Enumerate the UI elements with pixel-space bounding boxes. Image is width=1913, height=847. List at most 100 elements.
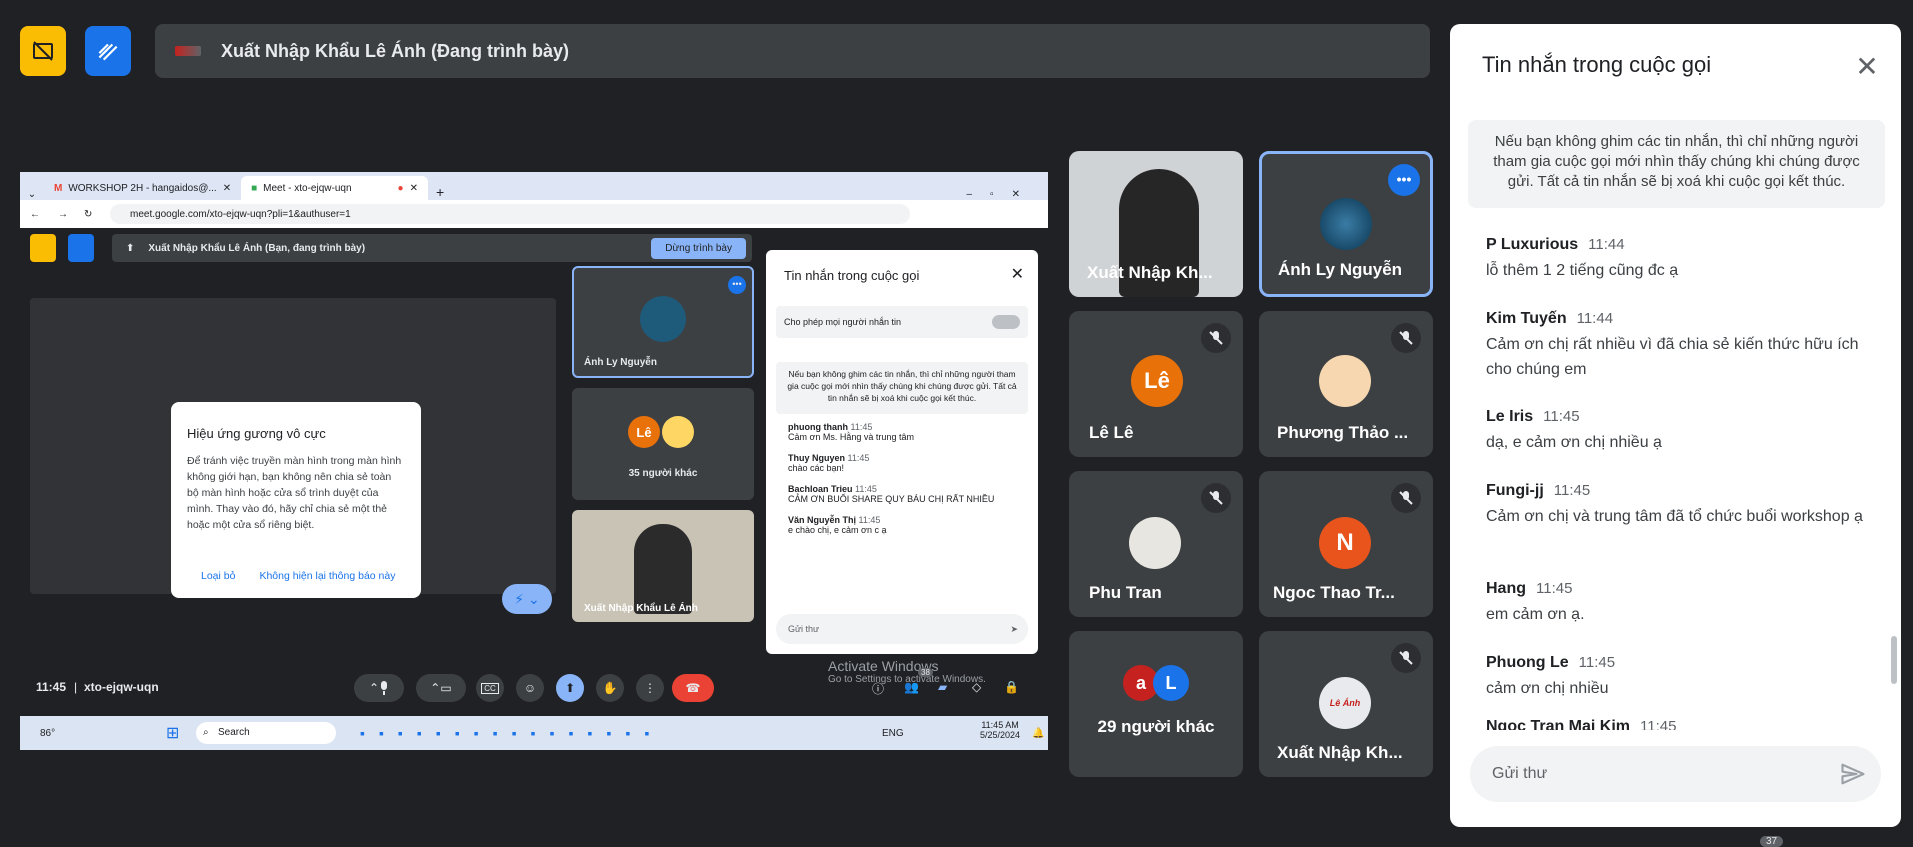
taskbar-clock[interactable]: 11:45 AM 5/25/2024 xyxy=(980,720,1020,740)
taskbar-apps[interactable]: ▪▪▪▪▪▪▪▪▪▪▪▪▪▪▪▪ xyxy=(360,725,663,741)
emoji-icon: ☺ xyxy=(523,681,537,695)
gmail-icon: M xyxy=(54,182,63,194)
companion-mode-button[interactable] xyxy=(20,26,66,76)
inner-annotate-button[interactable] xyxy=(68,234,94,262)
raise-hand-button[interactable]: ✋ xyxy=(596,674,624,702)
close-tab-icon[interactable]: ✕ xyxy=(410,183,418,194)
chat-notice: Nếu bạn không ghim các tin nhắn, thì chỉ… xyxy=(1468,120,1885,208)
more-options-icon[interactable]: ••• xyxy=(1388,164,1420,196)
dialog-title: Hiệu ứng gương vô cực xyxy=(187,426,326,441)
message-sender: Le Iris xyxy=(1486,408,1534,425)
camera-button[interactable]: ⌃ ▭ xyxy=(416,674,466,702)
bottom-participant-badge: 37 xyxy=(1760,836,1784,847)
chat-message: P Luxurious 11:44 lỗ thêm 1 2 tiếng cũng … xyxy=(1486,236,1876,283)
inner-chat-title: Tin nhắn trong cuộc gọi xyxy=(784,268,920,283)
present-icon: ⬆ xyxy=(564,681,576,695)
inner-send-icon[interactable]: ➤ xyxy=(1010,614,1018,644)
participant-name: Ánh Ly Nguyễn xyxy=(1278,260,1403,279)
mic-off-icon xyxy=(1391,643,1421,673)
browser-tab-workshop[interactable]: M WORKSHOP 2H - hangaidos@... ✕ xyxy=(44,176,241,200)
participant-tile-others[interactable]: a L 29 người khác xyxy=(1069,631,1243,777)
participant-tile[interactable]: Phu Tran xyxy=(1069,471,1243,617)
participant-tile[interactable]: N Ngoc Thao Tr... xyxy=(1259,471,1433,617)
presenter-video xyxy=(634,524,692,614)
language-indicator[interactable]: ENG xyxy=(882,728,904,739)
notifications-icon[interactable]: 🔔 xyxy=(1032,728,1044,739)
forward-icon[interactable]: → xyxy=(58,209,68,220)
present-button[interactable]: ⬆ xyxy=(556,674,584,702)
start-icon[interactable]: ⊞ xyxy=(166,723,179,743)
inner-tile-name: Ánh Ly Nguyễn xyxy=(584,357,657,368)
participant-tile[interactable]: Xuất Nhập Kh... xyxy=(1069,151,1243,297)
chat-message: Phuong Le 11:45 cảm ơn chị nhiều xyxy=(1486,654,1876,701)
effects-fab[interactable]: ⚡ ⌄ xyxy=(502,584,552,614)
chat-input[interactable]: Gửi thư xyxy=(1470,746,1881,802)
video-off-icon xyxy=(33,41,53,61)
participant-avatar xyxy=(1319,355,1371,407)
participant-tile[interactable]: Lê Lê Lê xyxy=(1069,311,1243,457)
close-tab-icon[interactable]: ✕ xyxy=(223,183,231,194)
hangup-button[interactable]: ☎ xyxy=(672,674,714,702)
message-text: Cảm ơn chị và trung tâm đã tổ chức buổi … xyxy=(1486,508,1863,525)
info-icon[interactable]: ⓘ xyxy=(872,680,884,697)
participant-tile[interactable]: Lê Ánh Xuất Nhập Kh... xyxy=(1259,631,1433,777)
emoji-button[interactable]: ☺ xyxy=(516,674,544,702)
taskbar-search[interactable]: ⌕ Search xyxy=(196,722,336,744)
chat-icon[interactable]: ▰ xyxy=(938,680,947,694)
tab-search-icon[interactable]: ⌄ xyxy=(20,189,44,200)
inner-msg: phuong thanh 11:45 Cảm ơn Ms. Hằng và tru… xyxy=(788,422,914,442)
chat-message: Ngoc Tran Mai Kim 11:45 xyxy=(1486,718,1876,730)
chat-message: Hang 11:45 em cảm ơn ạ. xyxy=(1486,580,1876,627)
inner-others-count: 35 người khác xyxy=(628,468,698,479)
more-options-icon[interactable]: ••• xyxy=(728,276,746,294)
mic-button[interactable]: ⌃ xyxy=(354,674,404,702)
search-icon: ⌕ xyxy=(203,727,209,738)
shared-screen: ⌄ M WORKSHOP 2H - hangaidos@... ✕ ■ Meet… xyxy=(20,172,1048,750)
participant-tile[interactable]: ••• Ánh Ly Nguyễn xyxy=(1259,151,1433,297)
new-tab-icon[interactable]: + xyxy=(436,184,444,200)
weather-widget[interactable]: 86° xyxy=(40,728,55,739)
chat-scrollbar[interactable] xyxy=(1891,636,1897,684)
send-icon[interactable] xyxy=(1839,760,1867,788)
allow-messages-toggle[interactable] xyxy=(992,315,1020,329)
dont-show-again-button[interactable]: Không hiện lại thông báo này xyxy=(259,570,395,582)
browser-tab-meet[interactable]: ■ Meet - xto-ejqw-uqn ● ✕ xyxy=(241,176,428,200)
message-sender: P Luxurious xyxy=(1486,236,1579,253)
participant-tile[interactable]: Phương Thảo ... xyxy=(1259,311,1433,457)
captions-button[interactable]: CC xyxy=(476,674,504,702)
message-time: 11:44 xyxy=(1576,310,1614,327)
inner-chat-input[interactable]: Gửi thư ➤ xyxy=(776,614,1028,644)
message-sender: Kim Tuyến xyxy=(1486,310,1567,327)
dismiss-button[interactable]: Loại bỏ xyxy=(201,570,235,582)
windows-taskbar: 86° ⊞ ⌕ Search ▪▪▪▪▪▪▪▪▪▪▪▪▪▪▪▪ ENG 11:4… xyxy=(20,716,1048,750)
inner-companion-button[interactable] xyxy=(30,234,56,262)
inner-tile-anh-ly[interactable]: Ánh Ly Nguyễn ••• xyxy=(572,266,754,378)
hangup-icon: ☎ xyxy=(685,681,701,695)
inner-chat-close-icon[interactable]: ✕ xyxy=(1011,264,1024,284)
participant-avatar: Lê xyxy=(1131,355,1183,407)
company-logo-avatar: Lê Ánh xyxy=(1319,677,1371,729)
chat-messages: P Luxurious 11:44 lỗ thêm 1 2 tiếng cũng … xyxy=(1450,226,1901,730)
annotate-button[interactable] xyxy=(85,26,131,76)
window-controls[interactable]: –▫✕ xyxy=(967,189,1039,200)
mic-off-icon xyxy=(1201,323,1231,353)
reload-icon[interactable]: ↻ xyxy=(84,209,92,220)
message-sender: Fungi-jj xyxy=(1486,482,1544,499)
mic-off-icon xyxy=(1391,323,1421,353)
more-vert-icon: ⋮ xyxy=(644,681,656,695)
activities-icon[interactable]: ◇ xyxy=(972,680,981,694)
browser-tab-strip: ⌄ M WORKSHOP 2H - hangaidos@... ✕ ■ Meet… xyxy=(20,172,1048,200)
message-text: lỗ thêm 1 2 tiếng cũng đc ạ xyxy=(1486,262,1679,279)
others-count: 29 người khác xyxy=(1097,717,1215,736)
inner-tile-others[interactable]: Lê 35 người khác xyxy=(572,388,754,500)
more-options-button[interactable]: ⋮ xyxy=(636,674,664,702)
back-icon[interactable]: ← xyxy=(30,209,40,220)
stop-presenting-button[interactable]: Dừng trình bày xyxy=(651,238,746,259)
people-icon[interactable]: 👥 xyxy=(904,680,919,694)
mic-off-icon xyxy=(1391,483,1421,513)
url-input[interactable]: meet.google.com/xto-ejqw-uqn?pli=1&authu… xyxy=(110,204,910,224)
close-icon[interactable]: ✕ xyxy=(1853,51,1881,82)
host-controls-icon[interactable]: 🔒 xyxy=(1004,680,1019,694)
present-icon: ⬆ xyxy=(126,242,135,254)
inner-tile-presenter[interactable]: Xuất Nhập Khẩu Lê Ánh xyxy=(572,510,754,622)
